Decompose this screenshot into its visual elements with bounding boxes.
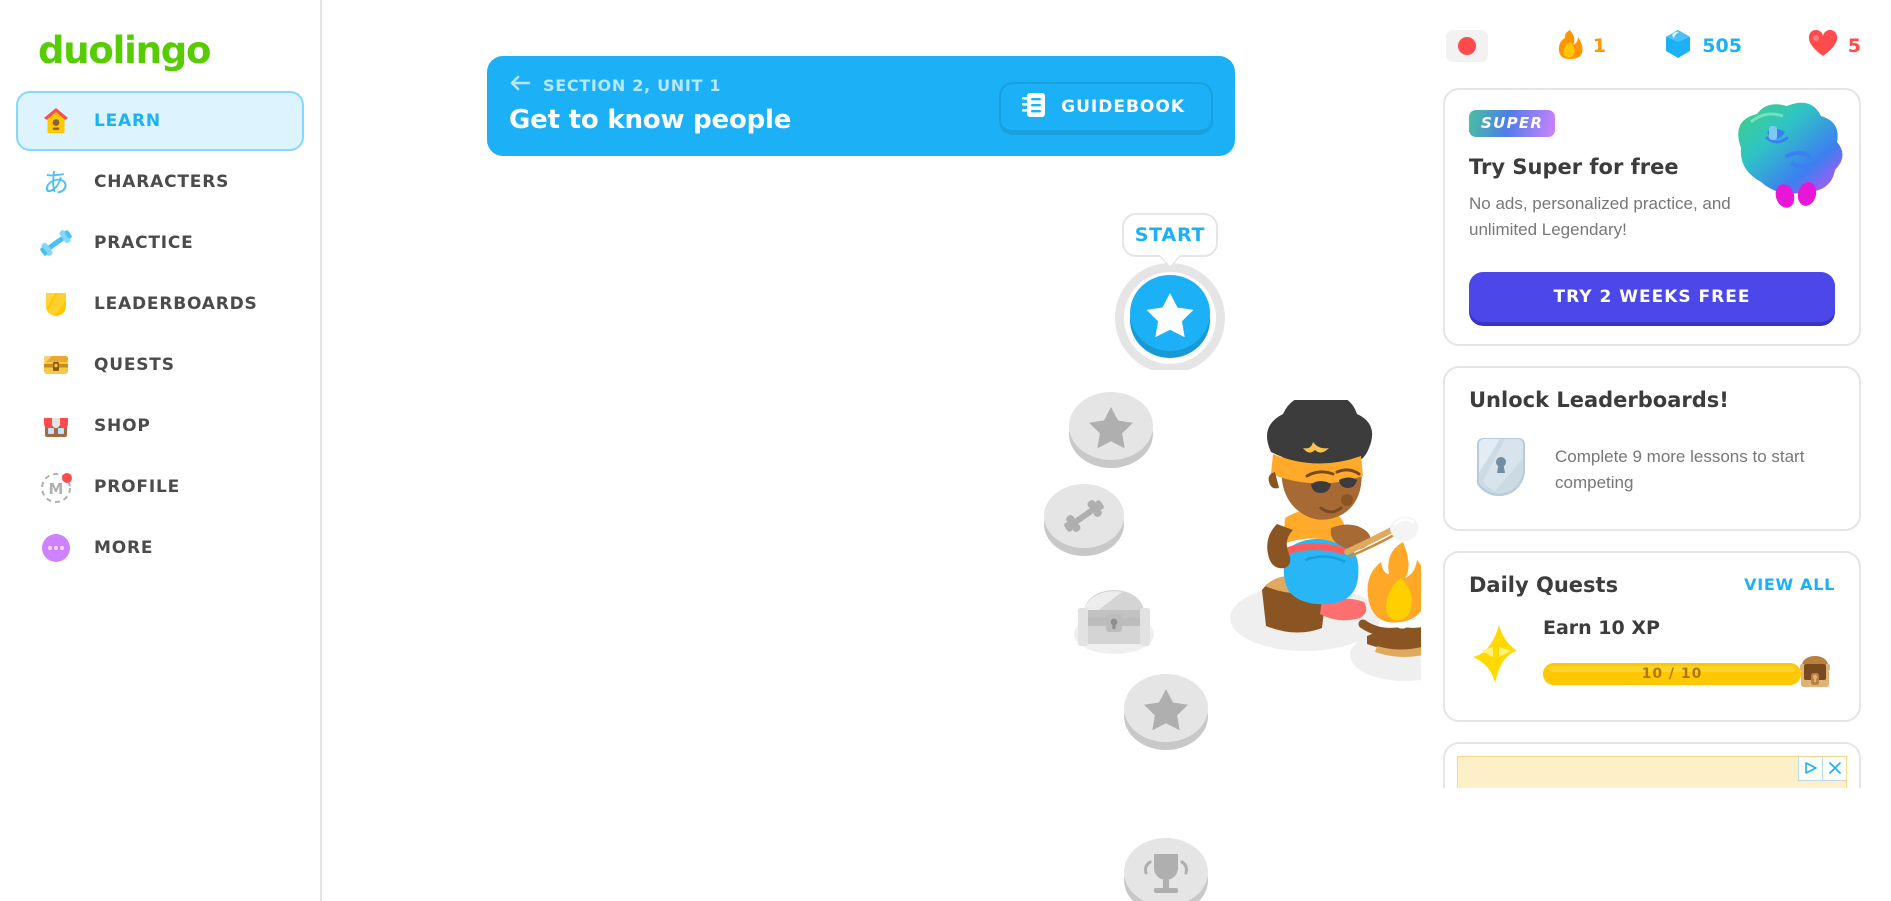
svg-text:あ: あ xyxy=(43,169,69,199)
treasure-icon xyxy=(36,345,76,385)
ellipsis-icon xyxy=(36,528,76,568)
sidebar-item-shop[interactable]: SHOP xyxy=(16,396,304,456)
ad-card xyxy=(1443,741,1861,788)
quest-progress-label: 10 / 10 xyxy=(1641,666,1703,683)
super-duo-icon xyxy=(1707,102,1845,217)
sidebar-item-label: LEADERBOARDS xyxy=(94,294,258,314)
start-tooltip[interactable]: START xyxy=(1122,213,1218,257)
gems-counter[interactable]: 505 xyxy=(1664,29,1742,64)
view-all-quests-link[interactable]: VIEW ALL xyxy=(1744,575,1835,594)
sidebar-item-label: SHOP xyxy=(94,416,151,436)
sidebar-item-more[interactable]: MORE xyxy=(16,518,304,578)
streak-flame-icon xyxy=(1557,29,1583,64)
sidebar-item-label: QUESTS xyxy=(94,355,175,375)
sidebar-item-label: CHARACTERS xyxy=(94,172,230,192)
learning-path: START xyxy=(322,0,1421,901)
sidebar-item-characters[interactable]: あ CHARACTERS xyxy=(16,152,304,212)
daily-quests-title: Daily Quests xyxy=(1469,572,1619,597)
quest-body: Earn 10 XP 10 / 10 xyxy=(1543,617,1835,698)
sidebar-item-label: PROFILE xyxy=(94,477,180,497)
locked-shield-icon xyxy=(1469,434,1533,507)
dumbbell-icon xyxy=(36,223,76,263)
home-icon xyxy=(36,101,76,141)
svg-text:M: M xyxy=(49,480,64,498)
kana-icon: あ xyxy=(36,162,76,202)
ad-banner[interactable] xyxy=(1457,755,1847,788)
sidebar-item-label: PRACTICE xyxy=(94,233,194,253)
chest-icon[interactable] xyxy=(1795,651,1835,698)
quest-name: Earn 10 XP xyxy=(1543,616,1660,639)
stats-bar: 1 505 5 xyxy=(1443,24,1861,68)
sidebar-item-label: MORE xyxy=(94,538,154,558)
heart-icon xyxy=(1808,29,1838,63)
quest-progress-bar: 10 / 10 xyxy=(1543,663,1801,686)
avatar-icon: M xyxy=(36,467,76,507)
lesson-node-locked-star[interactable] xyxy=(1065,390,1157,475)
sidebar: duolingo LEARN あ CHARACTERS PRACTICE LEA… xyxy=(0,0,322,901)
hearts-counter[interactable]: 5 xyxy=(1808,29,1861,63)
xp-bolt-icon xyxy=(1469,623,1525,692)
daily-quests-card: Daily Quests VIEW ALL Earn 10 XP 10 / 10 xyxy=(1443,550,1861,722)
lesson-node-locked-star-2[interactable] xyxy=(1120,672,1212,757)
hearts-value: 5 xyxy=(1847,35,1861,57)
daily-quests-header: Daily Quests VIEW ALL xyxy=(1469,573,1835,597)
leaderboard-card-row: Complete 9 more lessons to start competi… xyxy=(1469,434,1835,507)
streak-counter[interactable]: 1 xyxy=(1557,29,1606,64)
duolingo-logo[interactable]: duolingo xyxy=(16,0,304,91)
lesson-node-locked-trophy[interactable] xyxy=(1120,836,1212,901)
learn-path-main: SECTION 2, UNIT 1 Get to know people GUI xyxy=(322,0,1421,901)
unlock-leaderboards-card: Unlock Leaderboards! Complete 9 more les… xyxy=(1443,365,1861,531)
lesson-node-locked-dumbbell[interactable] xyxy=(1040,482,1128,563)
sidebar-item-profile[interactable]: M PROFILE xyxy=(16,457,304,517)
language-flag-button[interactable] xyxy=(1445,29,1489,63)
sidebar-item-learn[interactable]: LEARN xyxy=(16,91,304,151)
start-label: START xyxy=(1134,224,1206,246)
sidebar-item-label: LEARN xyxy=(94,111,161,131)
lesson-node-locked-chest[interactable] xyxy=(1064,572,1164,663)
quest-progress-wrap: 10 / 10 xyxy=(1543,651,1835,698)
gem-icon xyxy=(1664,29,1692,64)
camper-by-campfire-illustration xyxy=(1227,394,1421,700)
right-rail: 1 505 5 SUPER Try Super for free No ads,… xyxy=(1421,0,1891,901)
shield-icon xyxy=(36,284,76,324)
ad-close-icon[interactable] xyxy=(1822,756,1846,781)
sidebar-item-practice[interactable]: PRACTICE xyxy=(16,213,304,273)
ad-controls xyxy=(1798,756,1846,781)
ad-play-icon[interactable] xyxy=(1798,756,1822,781)
quest-item[interactable]: Earn 10 XP 10 / 10 xyxy=(1469,617,1835,698)
streak-value: 1 xyxy=(1592,35,1606,57)
duolingo-app: duolingo LEARN あ CHARACTERS PRACTICE LEA… xyxy=(0,0,1891,901)
super-promo-card: SUPER Try Super for free No ads, persona… xyxy=(1443,88,1861,346)
gems-value: 505 xyxy=(1702,35,1742,57)
sidebar-item-quests[interactable]: QUESTS xyxy=(16,335,304,395)
leaderboard-card-body: Complete 9 more lessons to start competi… xyxy=(1555,446,1805,493)
store-icon xyxy=(36,406,76,446)
sidebar-item-leaderboards[interactable]: LEADERBOARDS xyxy=(16,274,304,334)
leaderboard-card-title: Unlock Leaderboards! xyxy=(1469,387,1729,412)
lesson-node-active[interactable] xyxy=(1112,262,1228,375)
super-badge: SUPER xyxy=(1469,110,1556,137)
sidebar-nav: LEARN あ CHARACTERS PRACTICE LEADERBOARDS… xyxy=(16,91,304,578)
try-super-button[interactable]: TRY 2 WEEKS FREE xyxy=(1469,271,1835,322)
